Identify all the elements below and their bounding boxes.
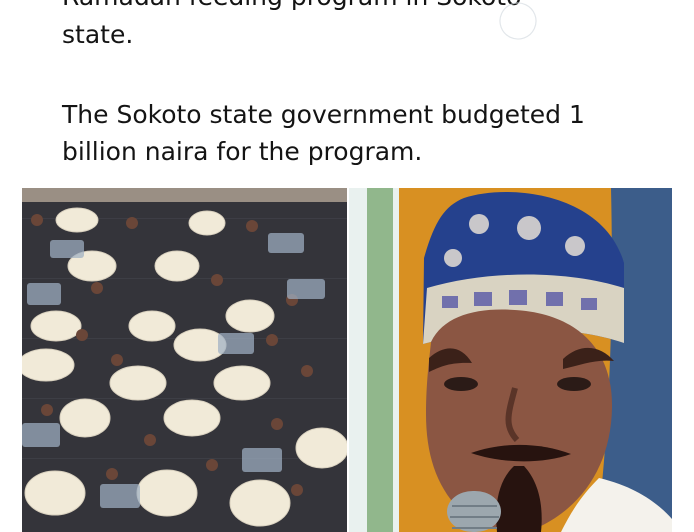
media-grid: [22, 188, 672, 532]
bags-on-ground-image: [22, 188, 347, 532]
feeding-bags-photo[interactable]: [22, 188, 347, 532]
portrait-image: [349, 188, 672, 532]
clipped-top-text: Ramadan feeding program in Sokoto: [62, 0, 521, 15]
post-paragraph: The Sokoto state government budgeted 1 b…: [62, 100, 585, 166]
governor-photo[interactable]: [349, 188, 672, 532]
